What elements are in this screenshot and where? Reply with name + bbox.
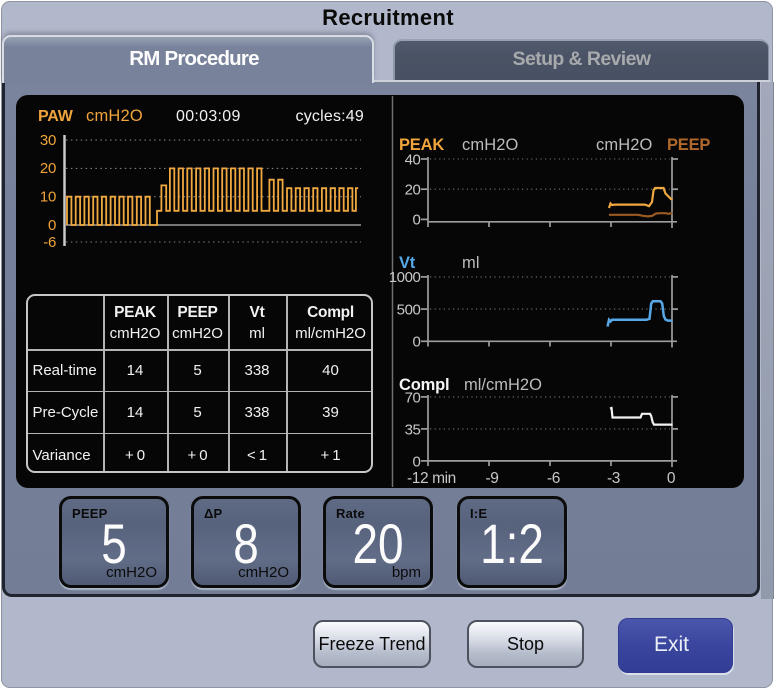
svg-text:20: 20 <box>40 160 56 177</box>
svg-text:cycles:49: cycles:49 <box>296 108 365 125</box>
svg-text:20: 20 <box>405 182 421 199</box>
svg-text:10: 10 <box>40 189 56 206</box>
svg-text:cmH2O: cmH2O <box>462 136 518 154</box>
svg-text:70: 70 <box>405 389 421 406</box>
svg-text:-6: -6 <box>43 234 56 251</box>
svg-text:40: 40 <box>405 151 421 168</box>
svg-text:-6: -6 <box>547 470 560 487</box>
svg-text:35: 35 <box>405 421 421 438</box>
svg-text:PEEP: PEEP <box>667 136 710 154</box>
svg-text:30: 30 <box>40 132 56 149</box>
svg-text:1000: 1000 <box>389 269 421 286</box>
svg-text:0: 0 <box>413 334 421 351</box>
svg-text:00:03:09: 00:03:09 <box>176 108 241 125</box>
svg-text:cmH2O: cmH2O <box>86 107 143 125</box>
svg-text:0: 0 <box>413 453 421 470</box>
svg-text:ml: ml <box>462 254 480 272</box>
svg-text:PAW: PAW <box>38 108 74 125</box>
svg-text:500: 500 <box>397 301 421 318</box>
svg-text:-12 min: -12 min <box>407 470 456 487</box>
svg-text:ml/cmH2O: ml/cmH2O <box>464 376 542 394</box>
svg-text:0: 0 <box>413 212 421 229</box>
svg-text:cmH2O: cmH2O <box>596 136 652 154</box>
svg-text:-3: -3 <box>607 470 620 487</box>
svg-text:0: 0 <box>667 470 676 487</box>
svg-text:-9: -9 <box>486 470 499 487</box>
svg-text:0: 0 <box>48 217 56 234</box>
